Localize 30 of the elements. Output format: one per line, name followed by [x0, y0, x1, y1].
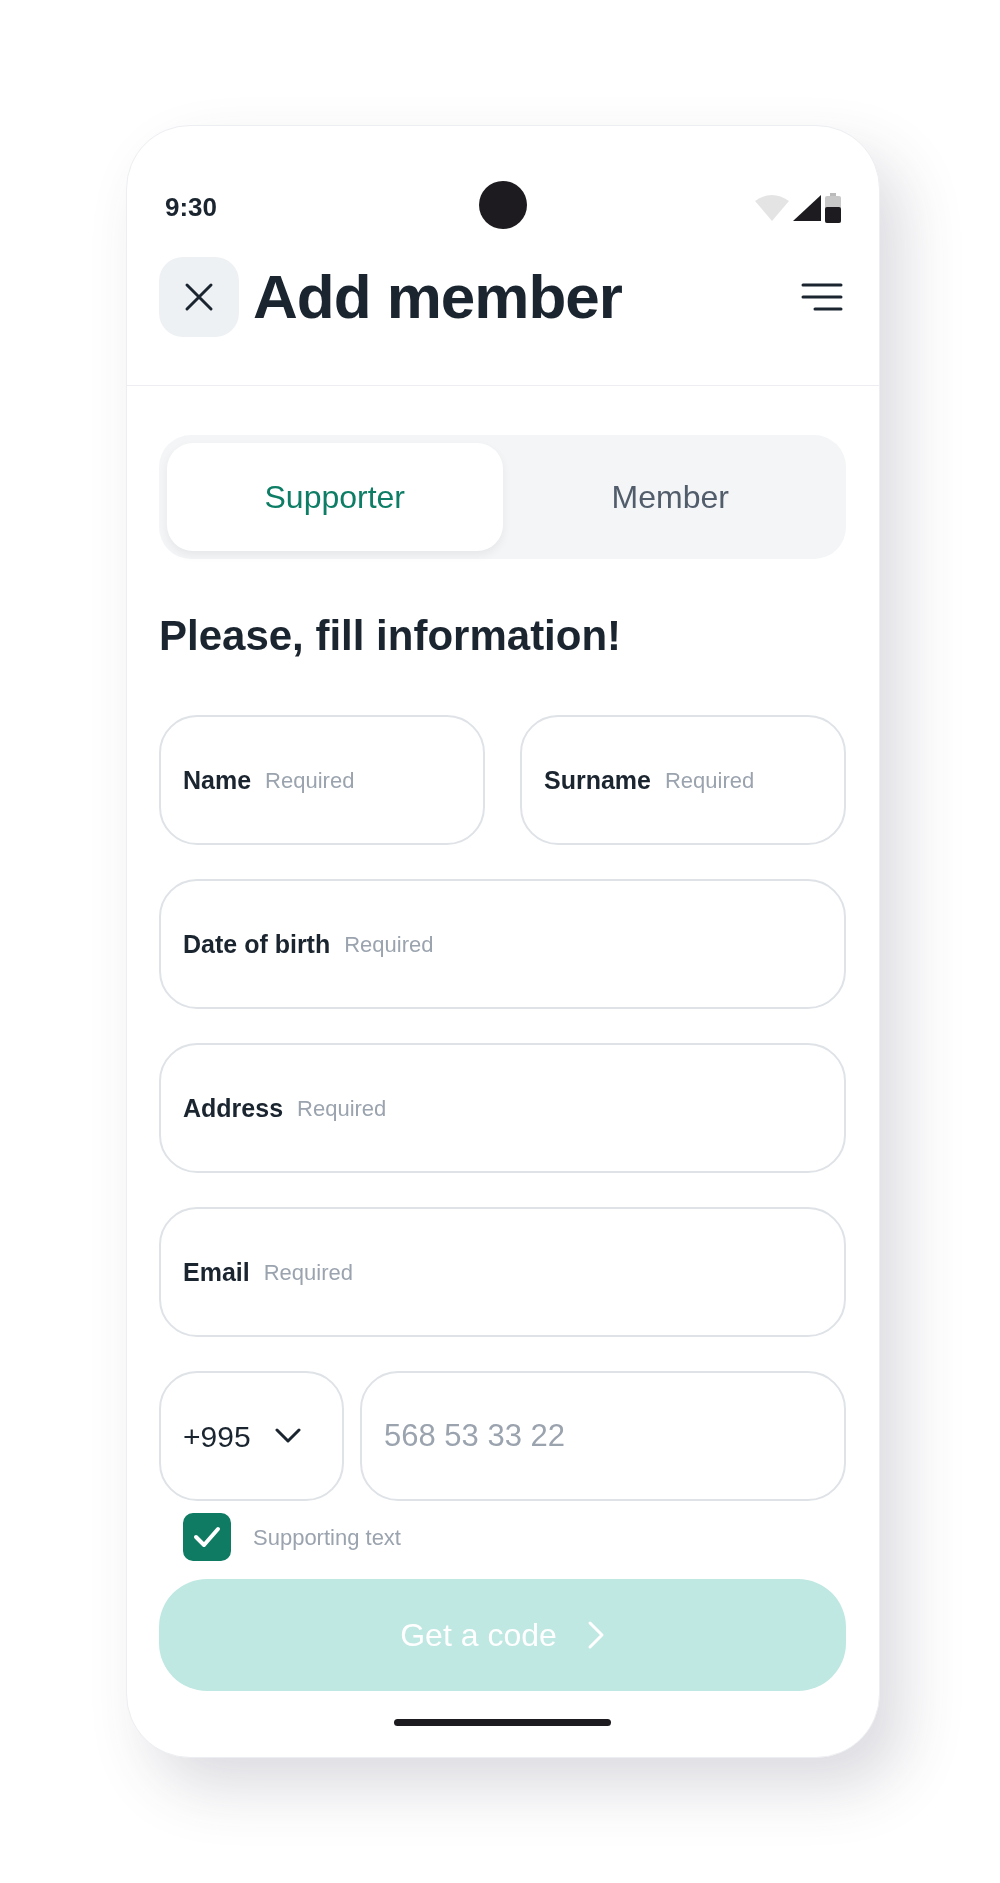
text-input[interactable]: Required: [263, 1255, 822, 1289]
text-input[interactable]: Required: [265, 763, 461, 797]
chevron-right-icon: [586, 1620, 605, 1650]
text-input[interactable]: Required: [297, 1091, 822, 1125]
field-label: Email: [183, 1256, 250, 1288]
country-code-select[interactable]: +995: [159, 1371, 344, 1502]
close-icon: [184, 282, 214, 312]
text-input[interactable]: Required: [344, 927, 822, 961]
page-title: Add member: [253, 266, 622, 328]
checkbox-label: Supporting text: [253, 1523, 401, 1552]
check-icon: [193, 1526, 221, 1549]
chevron-down-icon: [274, 1428, 301, 1445]
field-label: Address: [183, 1092, 284, 1124]
wifi-icon: [755, 194, 789, 221]
field-label: Name: [183, 764, 252, 796]
menu-button[interactable]: [801, 282, 843, 312]
battery-icon: [825, 192, 841, 223]
text-input[interactable]: Required: [665, 763, 822, 797]
signal-icon: [793, 194, 821, 221]
status-time: 9:30: [165, 191, 219, 224]
field-label: Date of birth: [183, 928, 331, 960]
camera-hole: [479, 180, 527, 229]
field-label: Surname: [544, 764, 651, 796]
close-button[interactable]: [159, 257, 239, 337]
checkbox[interactable]: [183, 1513, 231, 1562]
tab[interactable]: Supporter: [167, 443, 503, 551]
form-heading: Please, fill information!: [159, 611, 623, 661]
tab[interactable]: Member: [502, 443, 838, 551]
menu-icon: [801, 282, 843, 312]
phone-field[interactable]: 568 53 33 22: [360, 1371, 846, 1502]
